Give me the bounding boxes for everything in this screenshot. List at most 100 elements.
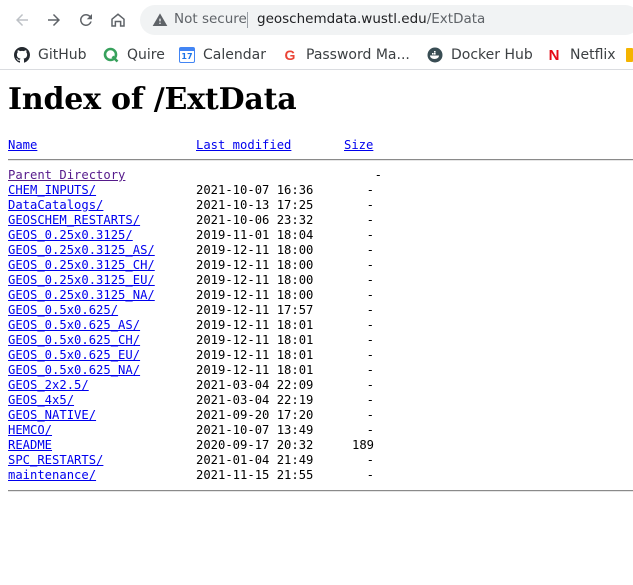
github-icon bbox=[14, 47, 30, 63]
entry-link[interactable]: README bbox=[8, 438, 52, 452]
home-button[interactable] bbox=[102, 4, 134, 36]
back-button[interactable] bbox=[6, 4, 38, 36]
listing-row: GEOS_0.5x0.625_EU/2019-12-11 18:01 - bbox=[8, 348, 633, 363]
google-icon: G bbox=[284, 47, 296, 63]
entry-link[interactable]: GEOS_0.5x0.625_AS/ bbox=[8, 318, 140, 332]
listing-row: HEMCO/2021-10-07 13:49 - bbox=[8, 423, 633, 438]
url-text[interactable]: geoschemdata.wustl.edu/ExtData bbox=[257, 11, 485, 27]
entry-link[interactable]: GEOS_0.5x0.625_EU/ bbox=[8, 348, 140, 362]
listing-row: GEOS_0.25x0.3125_CH/2019-12-11 18:00 - bbox=[8, 258, 633, 273]
entry-link[interactable]: GEOS_4x5/ bbox=[8, 393, 74, 407]
bookmark-label: Quire bbox=[127, 47, 165, 63]
entry-link[interactable]: GEOS_0.5x0.625_NA/ bbox=[8, 363, 140, 377]
modified-date: 2019-12-11 18:01 bbox=[196, 348, 314, 362]
netflix-icon: N bbox=[548, 46, 560, 64]
modified-date: 2019-11-01 18:04 bbox=[196, 228, 314, 242]
bookmark-github[interactable]: GitHub bbox=[14, 43, 87, 67]
bookmark-password-manager[interactable]: G Password Ma... bbox=[282, 43, 410, 67]
size-value: - bbox=[366, 243, 374, 257]
bookmark-docker-hub[interactable]: Docker Hub bbox=[427, 43, 533, 67]
quire-icon bbox=[103, 47, 119, 63]
listing-header: Name Last modified Size bbox=[8, 138, 633, 153]
modified-date: 2019-12-11 18:00 bbox=[196, 273, 314, 287]
parent-directory-link[interactable]: Parent Directory bbox=[8, 168, 125, 182]
modified-date: 2021-09-20 17:20 bbox=[196, 408, 314, 422]
size-value: 189 bbox=[351, 438, 374, 452]
size-value: - bbox=[366, 468, 374, 482]
entry-link[interactable]: DataCatalogs/ bbox=[8, 198, 103, 212]
size-value: - bbox=[366, 453, 374, 467]
address-bar[interactable]: Not secure geoschemdata.wustl.edu/ExtDat… bbox=[140, 5, 633, 35]
listing-row: CHEM_INPUTS/2021-10-07 16:36 - bbox=[8, 183, 633, 198]
entry-link[interactable]: GEOS_0.5x0.625_CH/ bbox=[8, 333, 140, 347]
entry-link[interactable]: GEOS_0.25x0.3125_AS/ bbox=[8, 243, 155, 257]
bookmark-overflow[interactable] bbox=[626, 43, 633, 67]
listing-row: GEOS_NATIVE/2021-09-20 17:20 - bbox=[8, 408, 633, 423]
entry-link[interactable]: SPC_RESTARTS/ bbox=[8, 453, 103, 467]
parent-directory-row: Parent Directory - bbox=[8, 168, 633, 183]
bookmark-netflix[interactable]: N Netflix bbox=[546, 43, 616, 67]
bookmark-label: Calendar bbox=[203, 47, 266, 63]
modified-date: 2021-03-04 22:19 bbox=[196, 393, 314, 407]
docker-icon bbox=[427, 47, 443, 63]
size-value: - bbox=[366, 183, 374, 197]
entry-link[interactable]: GEOS_0.5x0.625/ bbox=[8, 303, 118, 317]
url-host: geoschemdata.wustl.edu bbox=[257, 11, 427, 27]
listing-row: SPC_RESTARTS/2021-01-04 21:49 - bbox=[8, 453, 633, 468]
modified-date: 2021-03-04 22:09 bbox=[196, 378, 314, 392]
size-value: - bbox=[366, 378, 374, 392]
modified-date: 2020-09-17 20:32 bbox=[196, 438, 314, 452]
listing-row: GEOS_0.5x0.625_NA/2019-12-11 18:01 - bbox=[8, 363, 633, 378]
size-value: - bbox=[366, 258, 374, 272]
entry-link[interactable]: HEMCO/ bbox=[8, 423, 52, 437]
size-value: - bbox=[366, 408, 374, 422]
entry-link[interactable]: GEOS_NATIVE/ bbox=[8, 408, 96, 422]
listing-row: GEOS_0.5x0.625_AS/2019-12-11 18:01 - bbox=[8, 318, 633, 333]
size-value: - bbox=[366, 198, 374, 212]
entry-link[interactable]: maintenance/ bbox=[8, 468, 96, 482]
bookmark-label: Password Ma... bbox=[306, 47, 410, 63]
sort-by-name-link[interactable]: Name bbox=[8, 138, 37, 152]
listing-row: GEOS_0.5x0.625_CH/2019-12-11 18:01 - bbox=[8, 333, 633, 348]
listing-row: GEOS_0.25x0.3125_EU/2019-12-11 18:00 - bbox=[8, 273, 633, 288]
page-title: Index of /ExtData bbox=[8, 82, 297, 117]
forward-button[interactable] bbox=[38, 4, 70, 36]
bookmark-calendar[interactable]: 17 Calendar bbox=[179, 43, 266, 67]
bookmark-label: GitHub bbox=[38, 47, 87, 63]
entry-link[interactable]: GEOS_0.25x0.3125_CH/ bbox=[8, 258, 155, 272]
size-value: - bbox=[366, 363, 374, 377]
modified-date: 2021-10-13 17:25 bbox=[196, 198, 314, 212]
sort-by-modified-link[interactable]: Last modified bbox=[196, 138, 291, 152]
modified-date: 2019-12-11 18:00 bbox=[196, 288, 314, 302]
bookmark-quire[interactable]: Quire bbox=[103, 43, 165, 67]
warning-icon[interactable] bbox=[152, 12, 168, 28]
entries-list: CHEM_INPUTS/2021-10-07 16:36- DataCatalog… bbox=[8, 183, 633, 483]
listing-row: GEOS_0.25x0.3125_NA/2019-12-11 18:00 - bbox=[8, 288, 633, 303]
directory-listing: Name Last modified Size Parent Directory… bbox=[8, 138, 633, 492]
entry-link[interactable]: GEOS_0.25x0.3125_NA/ bbox=[8, 288, 155, 302]
size-value: - bbox=[366, 393, 374, 407]
reload-icon bbox=[79, 13, 92, 26]
reload-button[interactable] bbox=[70, 4, 102, 36]
entry-link[interactable]: GEOS_0.25x0.3125/ bbox=[8, 228, 133, 242]
home-icon bbox=[111, 13, 125, 27]
modified-date: 2021-10-06 23:32 bbox=[196, 213, 314, 227]
bookmarks-bar: GitHub Quire 17 Calendar G Password Ma..… bbox=[0, 40, 633, 70]
entry-link[interactable]: GEOS_0.25x0.3125_EU/ bbox=[8, 273, 155, 287]
sort-by-size-link[interactable]: Size bbox=[344, 138, 373, 152]
bottom-divider bbox=[8, 490, 633, 492]
bookmark-label: Docker Hub bbox=[451, 47, 533, 63]
listing-row: GEOS_2x2.5/2021-03-04 22:09 - bbox=[8, 378, 633, 393]
listing-row: GEOS_0.25x0.3125/2019-11-01 18:04 - bbox=[8, 228, 633, 243]
url-path: /ExtData bbox=[426, 11, 486, 27]
entry-link[interactable]: GEOSCHEM_RESTARTS/ bbox=[8, 213, 140, 227]
size-value: - bbox=[366, 228, 374, 242]
size-value: - bbox=[366, 318, 374, 332]
security-status[interactable]: Not secure bbox=[174, 11, 247, 27]
entry-link[interactable]: GEOS_2x2.5/ bbox=[8, 378, 89, 392]
listing-row: DataCatalogs/2021-10-13 17:25 - bbox=[8, 198, 633, 213]
entry-link[interactable]: CHEM_INPUTS/ bbox=[8, 183, 96, 197]
size-value: - bbox=[366, 423, 374, 437]
size-value: - bbox=[366, 273, 374, 287]
modified-date: 2019-12-11 18:01 bbox=[196, 333, 314, 347]
